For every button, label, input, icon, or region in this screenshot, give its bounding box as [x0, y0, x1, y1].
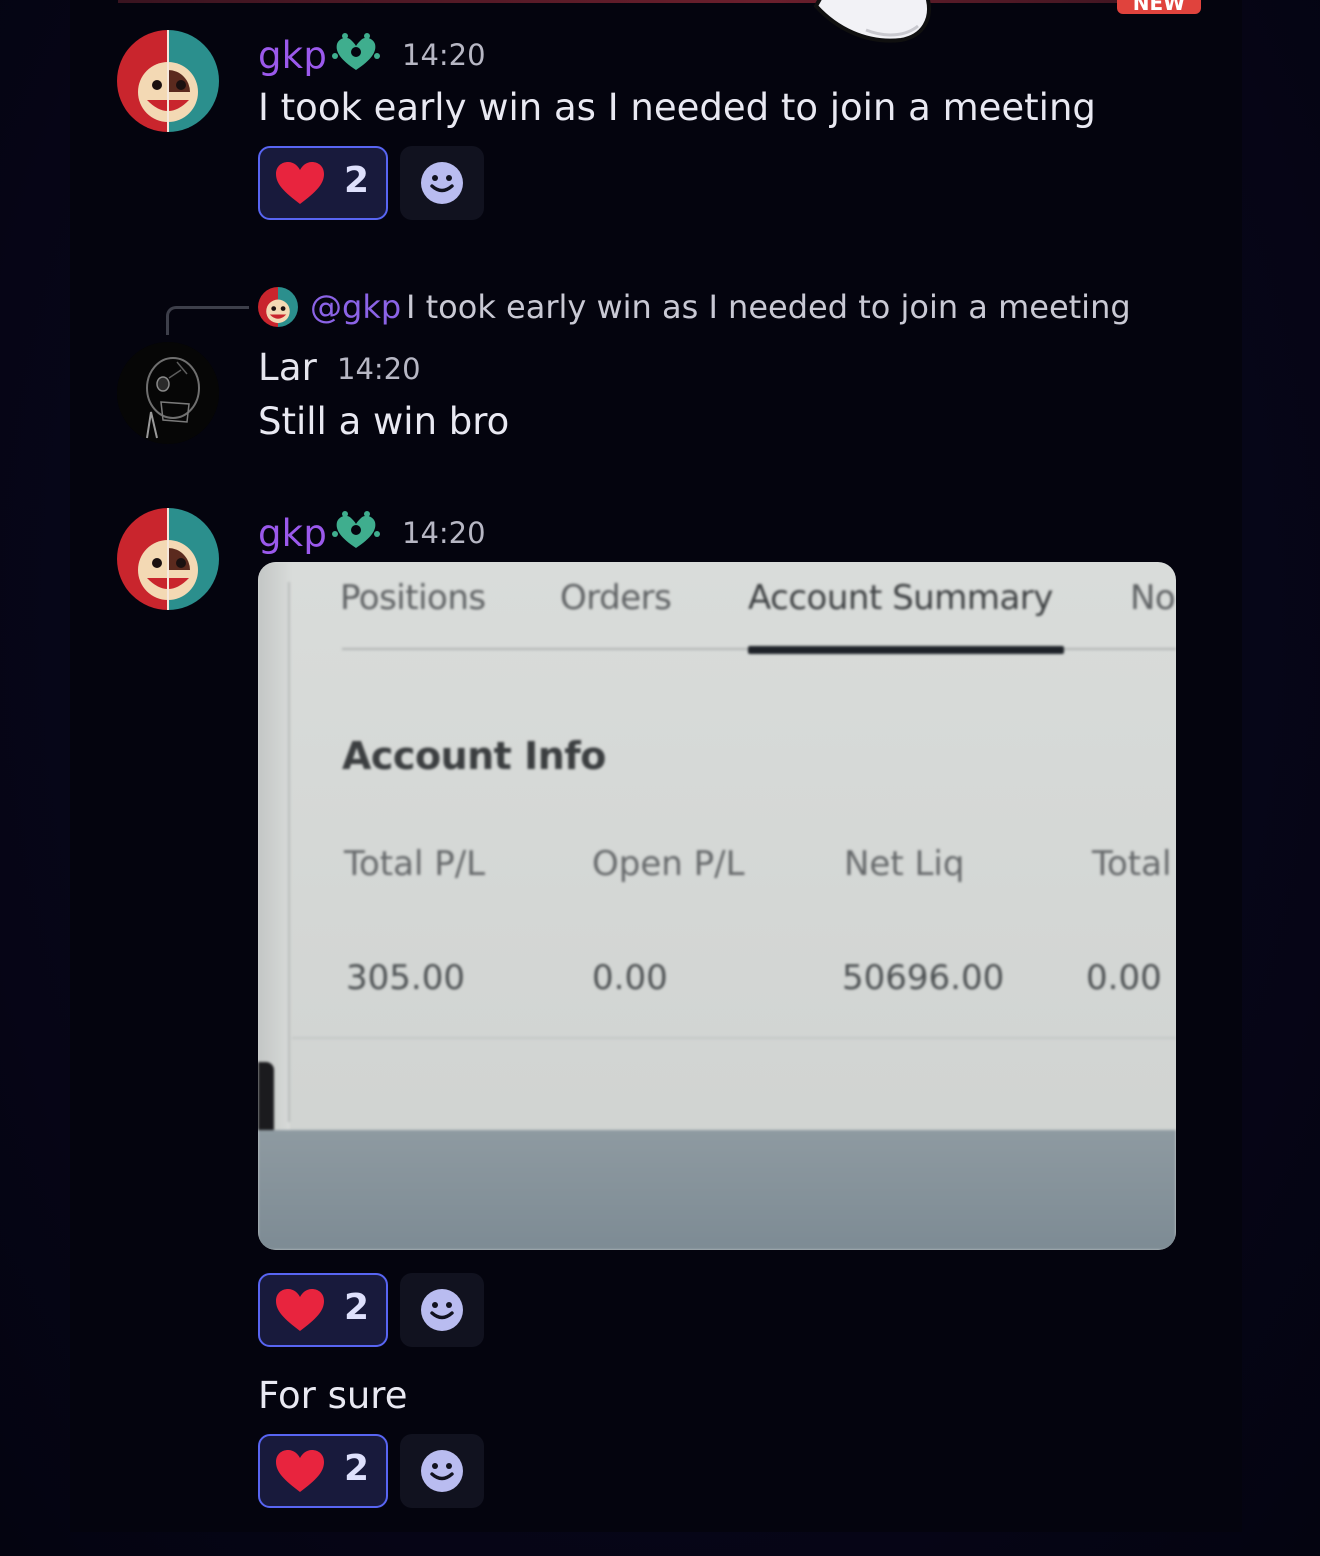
add-reaction-icon: [421, 1289, 463, 1331]
avatar[interactable]: [117, 342, 219, 444]
heart-reaction[interactable]: 2: [258, 146, 388, 220]
column-label: Total P/L: [344, 844, 486, 884]
timestamp: 14:20: [402, 38, 486, 72]
username[interactable]: gkp: [258, 34, 327, 77]
cursor-hand-icon: [806, 0, 936, 62]
reaction-count: 2: [344, 1448, 370, 1489]
app-background: NEW gkp 14:20 I took early win as I need…: [0, 0, 1320, 1556]
add-reaction-icon: [421, 1450, 463, 1492]
column-value: 0.00: [592, 958, 668, 998]
message-text: I took early win as I needed to join a m…: [258, 86, 1096, 129]
add-reaction-icon: [421, 162, 463, 204]
column-label: Total: [1092, 844, 1172, 884]
reply-mention[interactable]: @gkp: [310, 288, 401, 326]
monitor-bezel: [258, 1130, 1176, 1250]
message-text: For sure: [258, 1374, 408, 1417]
reply-avatar[interactable]: [258, 287, 298, 327]
row-divider: [292, 1037, 1176, 1039]
reaction-count: 2: [344, 160, 370, 201]
column-value: 305.00: [346, 958, 465, 998]
heart-icon: [274, 160, 326, 210]
column-value: 0.00: [1086, 958, 1162, 998]
attachment-screenshot: Positions Orders Account Summary No Acco…: [258, 562, 1176, 1250]
new-messages-bar[interactable]: [118, 0, 1198, 3]
reply-connector: [166, 306, 249, 335]
image-attachment[interactable]: Positions Orders Account Summary No Acco…: [258, 562, 1176, 1250]
reaction-count: 2: [344, 1287, 370, 1328]
heart-icon: [274, 1287, 326, 1337]
add-reaction-button[interactable]: [400, 1273, 484, 1347]
role-icon[interactable]: [331, 30, 381, 74]
role-icon[interactable]: [331, 508, 381, 552]
add-reaction-button[interactable]: [400, 146, 484, 220]
username[interactable]: gkp: [258, 512, 327, 555]
new-badge[interactable]: NEW: [1117, 0, 1201, 15]
message-text: Still a win bro: [258, 400, 510, 443]
column-label: Net Liq: [844, 844, 965, 884]
column-label: Open P/L: [592, 844, 745, 884]
tab-partial: No: [1130, 578, 1176, 618]
heart-icon: [274, 1448, 326, 1498]
account-info-heading: Account Info: [342, 734, 606, 778]
heart-reaction[interactable]: 2: [258, 1434, 388, 1508]
tab-account-summary: Account Summary: [748, 578, 1053, 618]
avatar[interactable]: [117, 30, 219, 132]
active-tab-underline: [748, 646, 1064, 654]
tab-positions: Positions: [340, 578, 486, 618]
username[interactable]: Lar: [258, 346, 317, 389]
screen-border: [288, 582, 290, 1122]
screen-shadow: [258, 1062, 274, 1130]
timestamp: 14:20: [402, 516, 486, 550]
timestamp: 14:20: [337, 352, 421, 386]
add-reaction-button[interactable]: [400, 1434, 484, 1508]
heart-reaction[interactable]: 2: [258, 1273, 388, 1347]
column-value: 50696.00: [842, 958, 1005, 998]
reply-preview-text[interactable]: I took early win as I needed to join a m…: [406, 288, 1131, 326]
avatar[interactable]: [117, 508, 219, 610]
tab-orders: Orders: [560, 578, 672, 618]
